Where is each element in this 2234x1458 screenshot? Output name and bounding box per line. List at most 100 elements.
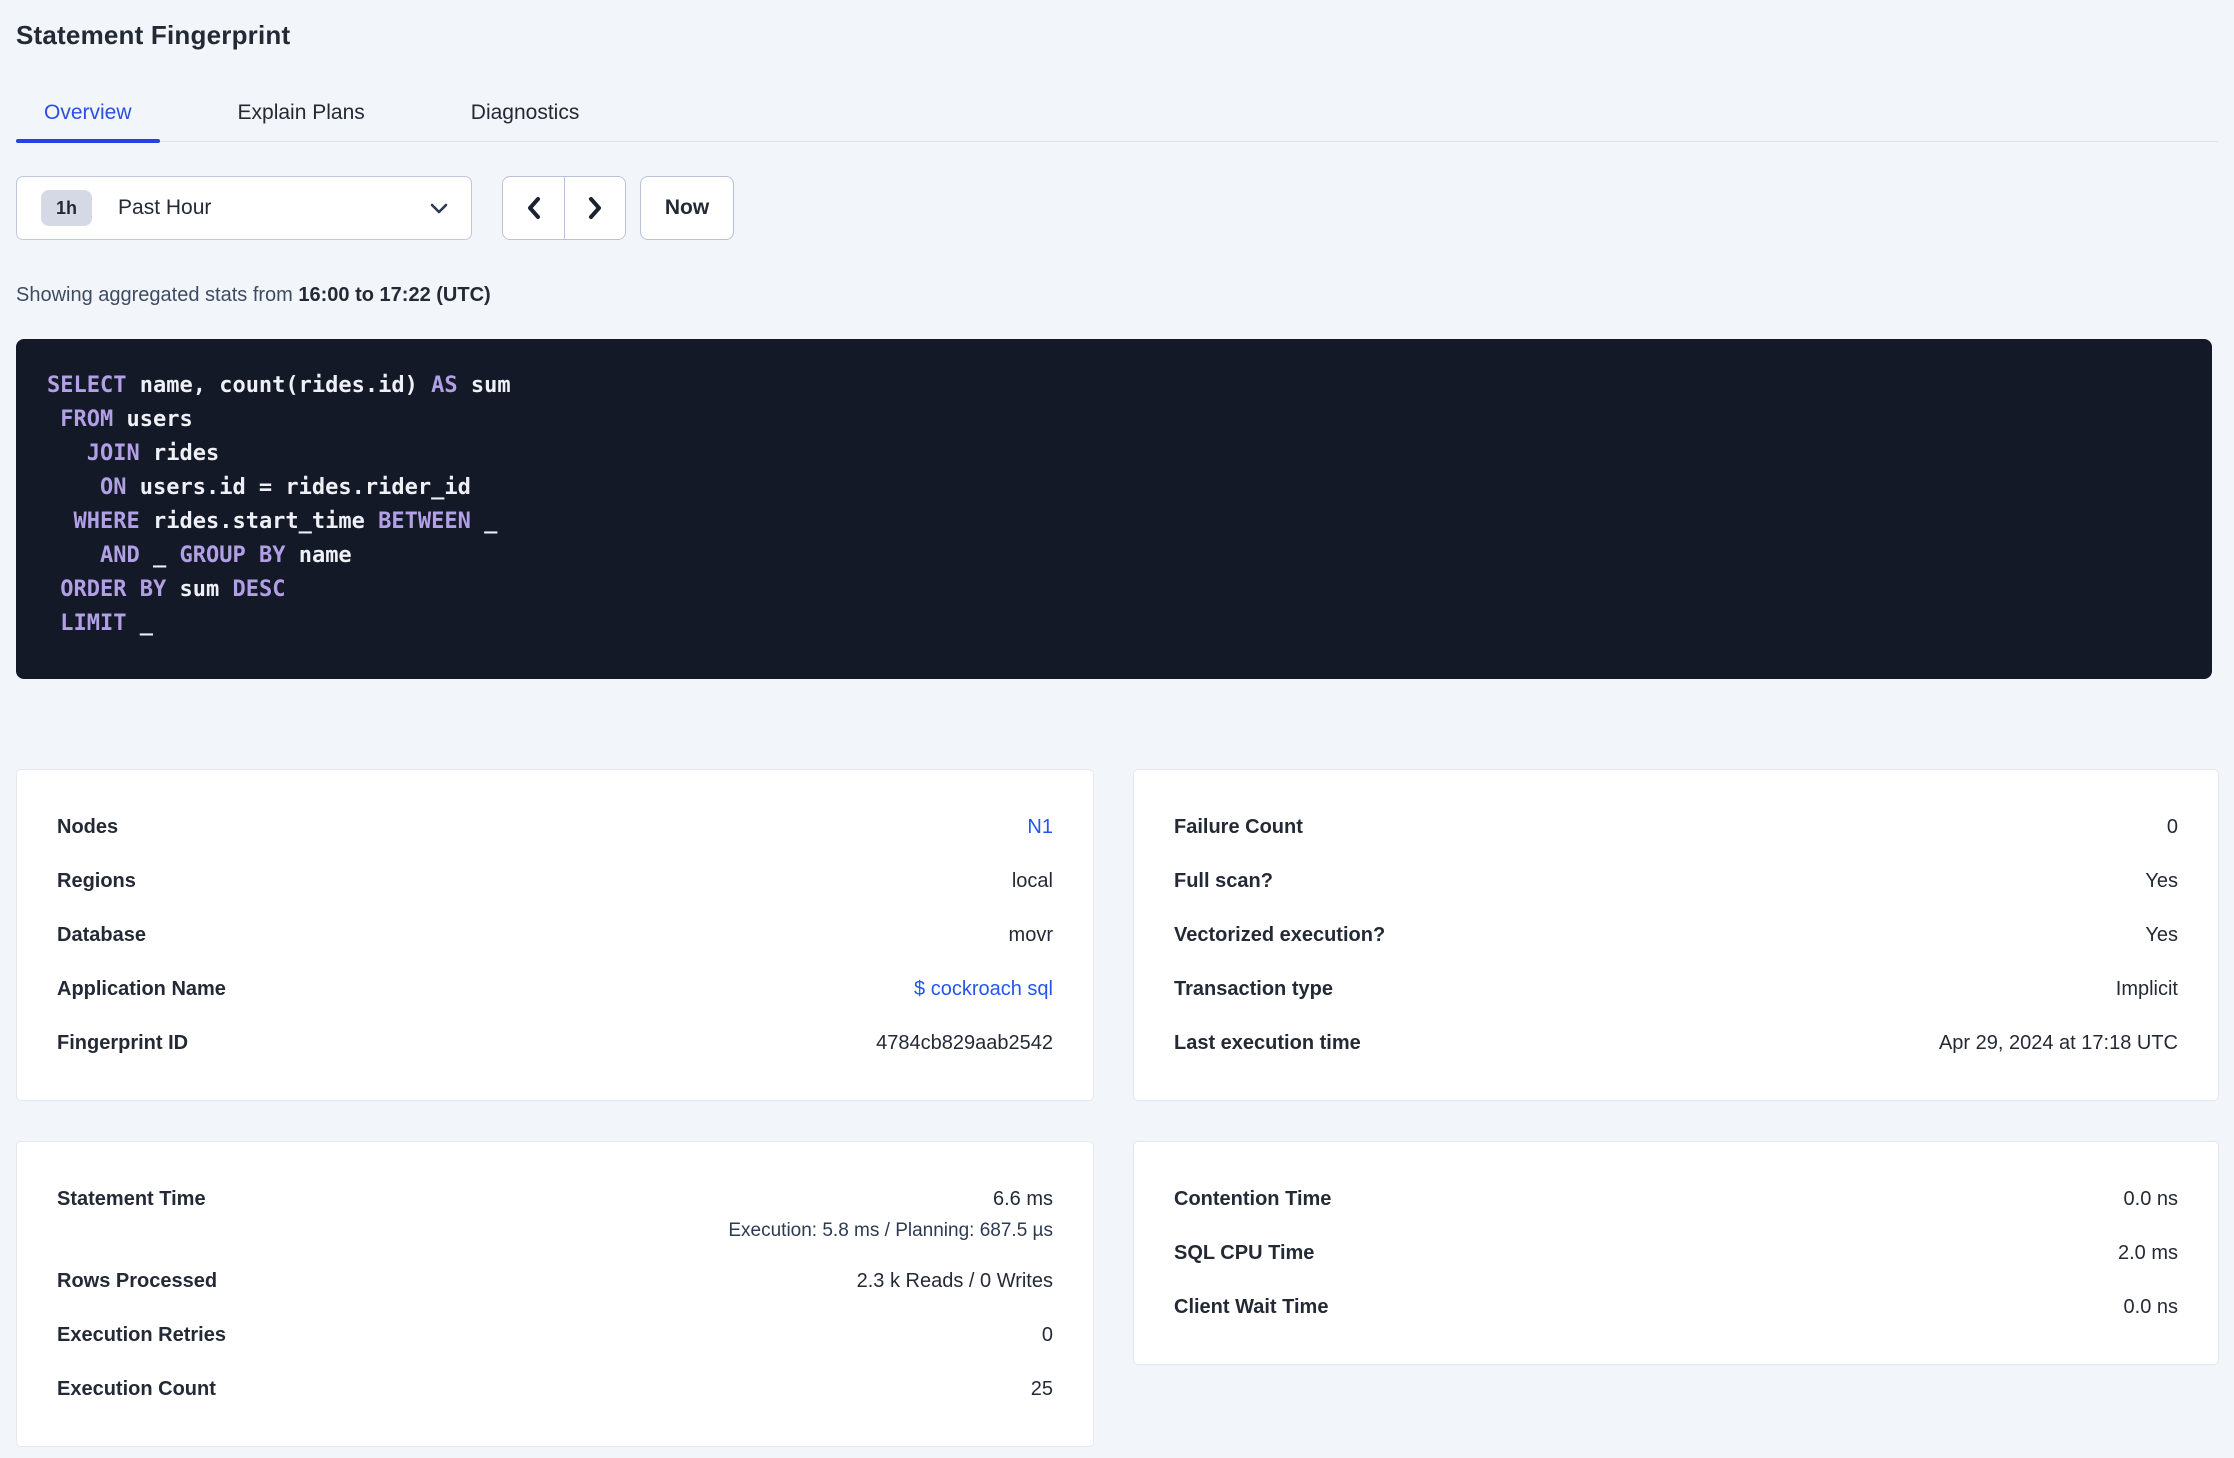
stat-label: Execution Retries (57, 1323, 226, 1346)
aggregated-stats-prefix: Showing aggregated stats from (16, 284, 299, 306)
sql-keyword: AND (99, 543, 140, 568)
stat-row: Statement Time 6.6 ms Execution: 5.8 ms / … (57, 1172, 1053, 1254)
stat-label: Application Name (57, 977, 226, 1000)
stat-label: Execution Count (57, 1377, 216, 1400)
stat-value-wrap: Apr 29, 2024 at 17:18 UTC (1939, 1032, 2178, 1055)
stat-row: Execution Retries 0 (57, 1308, 1053, 1362)
sql-keyword: LIMIT (60, 611, 127, 636)
stat-row: Rows Processed 2.3 k Reads / 0 Writes (57, 1254, 1053, 1308)
stat-value-wrap: Yes (2145, 870, 2178, 893)
statement-details-card: Nodes N1 Regions local Database movr Applicati… (16, 769, 1094, 1101)
time-range-badge: 1h (41, 190, 93, 226)
stat-value-wrap: Implicit (2116, 978, 2178, 1001)
stat-label: Rows Processed (57, 1269, 218, 1292)
execution-attributes-card: Failure Count 0 Full scan? Yes Vectorized ex… (1133, 769, 2219, 1101)
sql-line: WHERE rides.start_time BETWEEN _ (47, 505, 2172, 539)
previous-time-window-button[interactable] (503, 177, 564, 239)
time-picker-row: 1h Past Hour Now (16, 176, 2234, 240)
sql-line: LIMIT _ (47, 607, 2172, 641)
chevron-left-icon (523, 193, 545, 223)
stat-row: Nodes N1 (57, 800, 1053, 854)
sql-line: ON users.id = rides.rider_id (47, 471, 2172, 505)
aggregated-stats-caption: Showing aggregated stats from 16:00 to 1… (16, 284, 2234, 307)
stat-value-wrap: movr (1009, 924, 1053, 947)
stat-value: 2.0 ms (2117, 1241, 2178, 1264)
sql-keyword: AS (431, 373, 458, 398)
stat-row: Application Name $ cockroach sql (57, 962, 1053, 1016)
stat-value: 25 (1030, 1377, 1053, 1400)
sql-keyword: SELECT (47, 373, 127, 398)
stat-value: Yes (2145, 923, 2178, 946)
sql-text: _ (126, 611, 153, 636)
time-window-nav (502, 176, 626, 240)
stat-label: Regions (57, 869, 136, 892)
stat-row: Database movr (57, 908, 1053, 962)
sql-keyword: BETWEEN (378, 509, 471, 534)
stat-value: 0 (1041, 1323, 1053, 1346)
stat-label: Nodes (57, 815, 119, 838)
sql-text: rides.start_time (139, 509, 379, 534)
stat-row: Last execution time Apr 29, 2024 at 17:18… (1174, 1016, 2178, 1070)
now-button[interactable]: Now (640, 176, 734, 240)
stat-row: Regions local (57, 854, 1053, 908)
stats-cards-grid: Nodes N1 Regions local Database movr Applicati… (16, 769, 2234, 1447)
time-range-dropdown[interactable]: 1h Past Hour (16, 176, 472, 240)
sql-text: sum (457, 373, 511, 398)
sql-text: name (285, 543, 352, 568)
sql-line: JOIN rides (47, 437, 2172, 471)
sql-line: AND _ GROUP BY name (47, 539, 2172, 573)
stat-value-wrap: local (1012, 870, 1053, 893)
stat-value: 0.0 ns (2123, 1187, 2178, 1210)
stat-label: Transaction type (1174, 977, 1333, 1000)
stat-row: Full scan? Yes (1174, 854, 2178, 908)
stat-label: Fingerprint ID (57, 1031, 189, 1054)
tab-diagnostics[interactable]: Diagnostics (443, 87, 608, 141)
next-time-window-button[interactable] (564, 177, 625, 239)
stat-row: Fingerprint ID 4784cb829aab2542 (57, 1016, 1053, 1070)
stat-row: Failure Count 0 (1174, 800, 2178, 854)
tab-explain-plans[interactable]: Explain Plans (210, 87, 393, 141)
stat-row: Client Wait Time 0.0 ns (1174, 1280, 2178, 1334)
stat-value: movr (1008, 923, 1053, 946)
sql-text: sum (166, 577, 233, 602)
stat-label: Vectorized execution? (1174, 923, 1386, 946)
stat-value-wrap: 2.0 ms (2118, 1242, 2178, 1265)
stat-value-wrap: 2.3 k Reads / 0 Writes (857, 1270, 1053, 1293)
page-title: Statement Fingerprint (16, 20, 291, 50)
statement-fingerprint-page: Statement Fingerprint Overview Explain P… (0, 0, 2234, 1447)
stat-value-link[interactable]: N1 (1027, 816, 1053, 838)
stat-value: local (1011, 869, 1053, 892)
stat-value-wrap: 4784cb829aab2542 (876, 1032, 1053, 1055)
sql-statement-box: SELECT name, count(rides.id) AS sum FROM… (16, 339, 2212, 679)
sql-keyword: JOIN (86, 441, 140, 466)
stat-label: Full scan? (1174, 869, 1273, 892)
chevron-right-icon (584, 193, 606, 223)
stat-value-link[interactable]: $ cockroach sql (914, 978, 1053, 1000)
sql-line: ORDER BY sum DESC (47, 573, 2172, 607)
stat-label: SQL CPU Time (1174, 1241, 1315, 1264)
aggregated-stats-range: 16:00 to 17:22 (UTC) (298, 284, 491, 306)
stat-row: SQL CPU Time 2.0 ms (1174, 1226, 2178, 1280)
sql-text: users (113, 407, 193, 432)
stat-value-wrap: 0.0 ns (2124, 1188, 2178, 1211)
stat-row: Transaction type Implicit (1174, 962, 2178, 1016)
sql-keyword: ON (99, 475, 127, 500)
stat-value-wrap: N1 (1027, 816, 1053, 839)
stat-value-wrap: $ cockroach sql (914, 978, 1053, 1001)
stat-row: Contention Time 0.0 ns (1174, 1172, 2178, 1226)
time-range-label: Past Hour (118, 196, 212, 219)
stat-row: Execution Count 25 (57, 1362, 1053, 1416)
stat-value: 0.0 ns (2123, 1295, 2178, 1318)
stat-value-wrap: 0.0 ns (2124, 1296, 2178, 1319)
stat-value-wrap: 6.6 ms Execution: 5.8 ms / Planning: 687.… (728, 1172, 1053, 1244)
stat-value: 4784cb829aab2542 (876, 1031, 1053, 1054)
stat-label: Contention Time (1174, 1187, 1332, 1210)
tab-overview[interactable]: Overview (16, 87, 160, 143)
